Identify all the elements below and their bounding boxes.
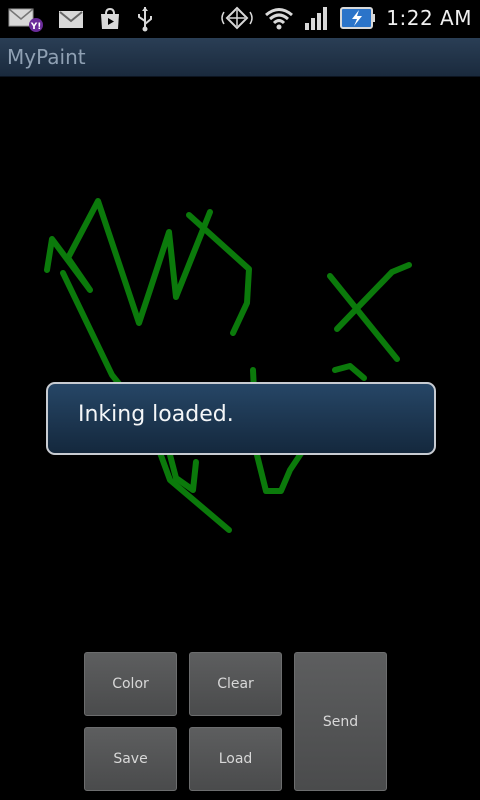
wifi-icon <box>264 6 294 30</box>
title-bar: MyPaint <box>0 38 480 77</box>
app-title: MyPaint <box>7 45 86 69</box>
load-button[interactable]: Load <box>189 727 282 791</box>
toast-message: Inking loaded. <box>46 382 436 455</box>
ink-stroke-y <box>186 212 252 336</box>
status-bar: Y! 1:22 AM <box>0 0 480 38</box>
battery-charging-icon <box>340 5 376 31</box>
svg-text:Y!: Y! <box>30 22 42 32</box>
color-button[interactable]: Color <box>84 652 177 716</box>
send-button[interactable]: Send <box>294 652 387 791</box>
play-store-icon <box>98 7 122 31</box>
notification-icons: Y! <box>8 5 154 33</box>
save-button[interactable]: Save <box>84 727 177 791</box>
clear-button[interactable]: Clear <box>189 652 282 716</box>
clock: 1:22 AM <box>386 6 472 30</box>
yahoo-mail-icon: Y! <box>8 5 44 33</box>
screen: Y! 1:22 AM MyPaint Inking loaded. Color … <box>0 0 480 800</box>
system-icons: 1:22 AM <box>220 4 472 32</box>
signal-icon <box>304 5 330 31</box>
gmail-icon <box>58 8 84 30</box>
toast-text: Inking loaded. <box>78 402 234 427</box>
ink-stroke-n <box>332 363 367 381</box>
gps-icon <box>220 4 254 32</box>
ink-stroke-x1 <box>327 273 400 362</box>
ink-stroke-m <box>44 198 213 326</box>
usb-icon <box>136 6 154 32</box>
